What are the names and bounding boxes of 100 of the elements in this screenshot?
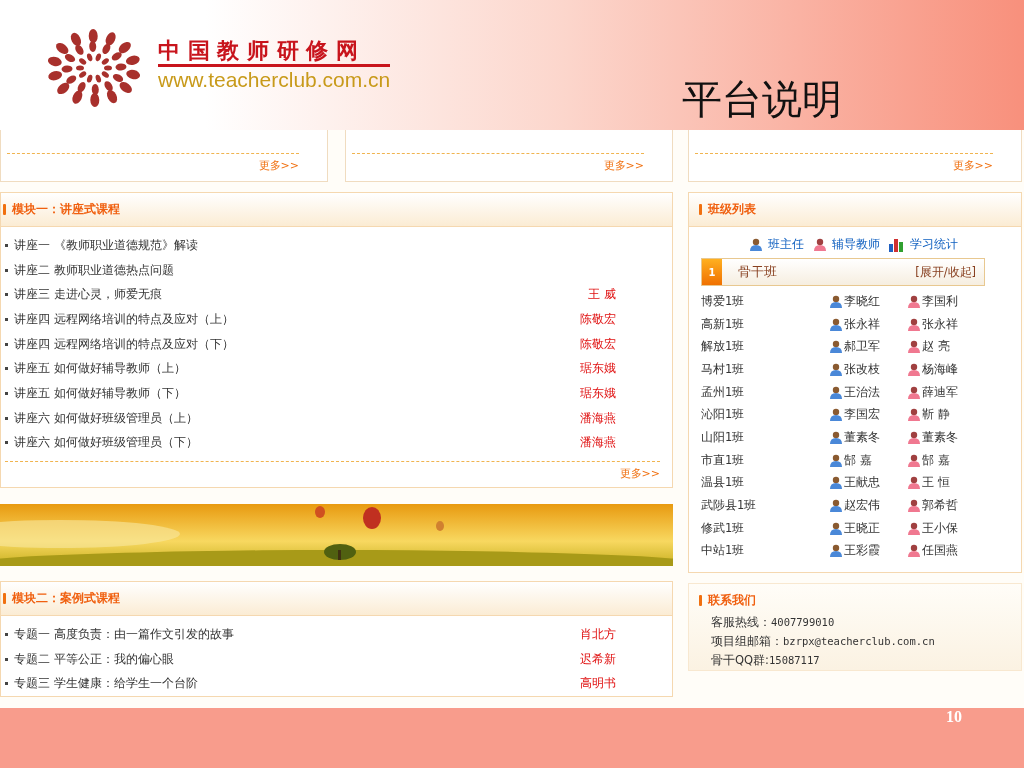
tutor-name: 王 恒 — [922, 475, 950, 491]
contact-line: 项目组邮箱：bzrpx@teacherclub.com.cn — [710, 633, 936, 651]
person-icon — [829, 385, 843, 399]
person-icon — [907, 408, 921, 422]
person-icon — [829, 430, 843, 444]
course-link[interactable]: 专题三 学生健康：给学生一个台阶 — [14, 676, 198, 692]
person-icon — [829, 317, 843, 331]
person-icon — [907, 362, 921, 376]
person-icon — [829, 362, 843, 376]
slide-title: 平台说明 — [682, 75, 842, 124]
speaker-name: 陈敬宏 — [580, 336, 616, 352]
person-icon — [829, 544, 843, 558]
person-icon — [829, 294, 843, 308]
speaker-name: 潘海燕 — [580, 410, 616, 426]
person-icon — [907, 340, 921, 354]
head-teacher-name: 张永祥 — [844, 316, 880, 332]
site-url: www.teacherclub.com.cn — [158, 67, 391, 93]
course-link[interactable]: 讲座四 远程网络培训的特点及应对（下） — [14, 336, 234, 352]
class-name: 武陟县1班 — [701, 498, 758, 514]
class-name: 修武1班 — [701, 520, 746, 536]
person-icon — [829, 340, 843, 354]
head-teacher-name: 王彩霞 — [844, 543, 880, 559]
tutor-name: 李国利 — [922, 293, 958, 309]
person-icon — [829, 408, 843, 422]
person-icon — [829, 521, 843, 535]
bar-chart-icon — [888, 237, 905, 252]
head-teacher-name: 王晓正 — [844, 520, 880, 536]
course-link[interactable]: 讲座六 如何做好班级管理员（上） — [14, 410, 198, 426]
class-name: 沁阳1班 — [701, 407, 746, 423]
course-link[interactable]: 讲座六 如何做好班级管理员（下） — [14, 435, 198, 451]
head-teacher-name: 王献忠 — [844, 475, 880, 491]
class-name: 高新1班 — [701, 316, 746, 332]
class-name: 博爱1班 — [701, 293, 746, 309]
class-name: 山阳1班 — [701, 429, 746, 445]
head-teacher-name: 赵宏伟 — [844, 498, 880, 514]
person-icon — [907, 544, 921, 558]
toggle-link[interactable]: [展开/收起] — [915, 264, 976, 280]
head-teacher-name: 李国宏 — [844, 407, 880, 423]
tutor-name: 薛迪军 — [922, 384, 958, 400]
speaker-name: 琚东娥 — [580, 361, 616, 377]
speaker-name: 琚东娥 — [580, 385, 616, 401]
person-icon — [907, 453, 921, 467]
person-icon — [829, 453, 843, 467]
legend-link[interactable]: 辅导教师 — [831, 237, 880, 252]
class-name: 温县1班 — [701, 475, 746, 491]
group-number: 1 — [702, 259, 722, 285]
tutor-name: 张永祥 — [922, 316, 958, 332]
head-teacher-name: 张改枝 — [844, 361, 880, 377]
person-icon — [907, 476, 921, 490]
card-title: 联系我们 — [708, 592, 756, 610]
tutor-name: 郜 嘉 — [922, 452, 950, 468]
head-teacher-name: 王治法 — [844, 384, 880, 400]
course-link[interactable]: 专题一 高度负责：由一篇作文引发的故事 — [14, 627, 234, 643]
site-name: 中 国 教 师 研 修 网 — [158, 38, 391, 67]
tutor-name: 董素冬 — [922, 429, 958, 445]
head-teacher-name: 郜 嘉 — [844, 452, 872, 468]
course-link[interactable]: 讲座五 如何做好辅导教师（下） — [14, 385, 186, 401]
tutor-name: 杨海峰 — [922, 361, 958, 377]
tutor-name: 王小保 — [922, 520, 958, 536]
person-icon — [907, 521, 921, 535]
contact-line: 骨干QQ群:15087117 — [710, 652, 821, 670]
speaker-name: 高明书 — [580, 676, 616, 692]
person-icon — [907, 499, 921, 513]
course-link[interactable]: 讲座三 走进心灵，师爱无痕 — [14, 287, 162, 303]
course-link[interactable]: 讲座五 如何做好辅导教师（上） — [14, 361, 186, 377]
course-link[interactable]: 讲座一 《教师职业道德规范》解读 — [14, 237, 198, 253]
speaker-name: 陈敬宏 — [580, 311, 616, 327]
class-name: 孟州1班 — [701, 384, 746, 400]
class-name: 马村1班 — [701, 361, 746, 377]
person-icon — [748, 238, 763, 251]
speaker-name: 肖北方 — [580, 627, 616, 643]
person-icon — [829, 499, 843, 513]
tutor-name: 靳 静 — [922, 407, 950, 423]
person-icon — [812, 238, 827, 251]
contact-line: 客服热线：4007799010 — [710, 614, 836, 632]
class-name: 市直1班 — [701, 452, 746, 468]
head-teacher-name: 李晓红 — [844, 293, 880, 309]
tutor-name: 郭希哲 — [922, 498, 958, 514]
person-icon — [829, 476, 843, 490]
head-teacher-name: 郝卫军 — [844, 339, 880, 355]
tutor-name: 任国燕 — [922, 543, 958, 559]
speaker-name: 潘海燕 — [580, 435, 616, 451]
person-icon — [907, 430, 921, 444]
person-icon — [907, 317, 921, 331]
card-title: 班级列表 — [708, 201, 756, 218]
course-link[interactable]: 讲座四 远程网络培训的特点及应对（上） — [14, 311, 234, 327]
head-teacher-name: 董素冬 — [844, 429, 880, 445]
legend-link[interactable]: 班主任 — [767, 237, 804, 252]
class-name: 解放1班 — [701, 339, 746, 355]
speaker-name: 王 威 — [588, 287, 616, 303]
group-name: 骨干班 — [738, 263, 777, 281]
card-title: 模块二：案例式课程 — [12, 590, 120, 608]
page-number: 10 — [946, 708, 962, 727]
person-icon — [907, 385, 921, 399]
speaker-name: 迟希新 — [580, 651, 616, 667]
course-link[interactable]: 专题二 平等公正：我的偏心眼 — [14, 651, 174, 667]
legend-link[interactable]: 学习统计 — [909, 237, 958, 252]
tutor-name: 赵 亮 — [922, 339, 950, 355]
course-link[interactable]: 讲座二 教师职业道德热点问题 — [14, 262, 174, 278]
card-title: 模块一：讲座式课程 — [12, 201, 120, 218]
